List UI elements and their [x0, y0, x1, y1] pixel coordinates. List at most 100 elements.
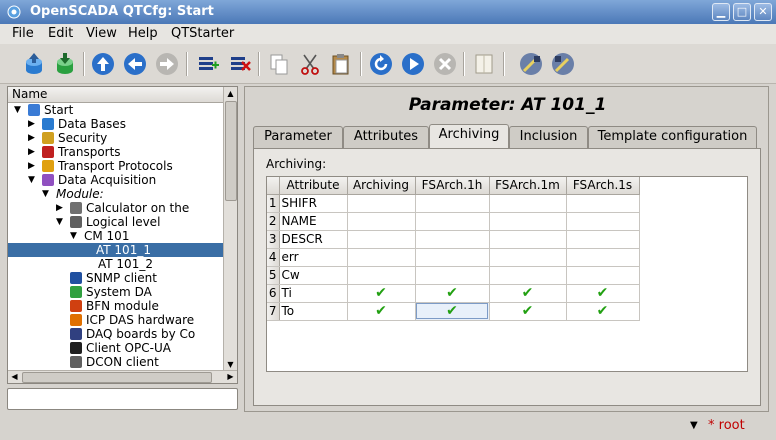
- row-number[interactable]: 1: [267, 194, 280, 213]
- checkmark-icon[interactable]: ✔: [347, 284, 416, 303]
- tree-item[interactable]: DAQ boards by Co: [8, 327, 224, 341]
- db-load-icon[interactable]: [22, 52, 46, 76]
- attribute-cell[interactable]: NAME: [279, 212, 348, 231]
- archive-cell[interactable]: [489, 230, 567, 249]
- chevron-right-icon[interactable]: ▶: [28, 159, 35, 173]
- menu-view[interactable]: View: [86, 26, 117, 41]
- tree-item[interactable]: ▶ Calculator on the: [8, 201, 224, 215]
- tree-body[interactable]: ▼ Start ▶ Data Bases ▶ Security ▶ Transports ▶ Tr…: [8, 103, 224, 371]
- tab-attributes[interactable]: Attributes: [343, 126, 429, 148]
- manual-icon[interactable]: [472, 52, 496, 76]
- row-number[interactable]: 7: [267, 302, 280, 321]
- archive-cell[interactable]: [489, 212, 567, 231]
- table-row[interactable]: 2 NAME: [267, 212, 640, 231]
- tab-parameter[interactable]: Parameter: [253, 126, 343, 148]
- archive-cell[interactable]: [347, 212, 416, 231]
- table-row[interactable]: 6 Ti ✔ ✔ ✔ ✔: [267, 284, 640, 303]
- tree-item[interactable]: AT 101_1: [8, 243, 224, 257]
- tab-archiving[interactable]: Archiving: [429, 124, 509, 149]
- menu-file[interactable]: File: [12, 26, 34, 41]
- column-header-attribute[interactable]: Attribute: [279, 177, 348, 195]
- table-row[interactable]: 1 SHIFR: [267, 194, 640, 213]
- tree-filter-input[interactable]: [7, 388, 238, 410]
- attribute-cell[interactable]: Ti: [279, 284, 348, 303]
- scroll-right-icon[interactable]: ▶: [224, 371, 237, 383]
- menu-edit[interactable]: Edit: [48, 26, 73, 41]
- tab-inclusion[interactable]: Inclusion: [509, 126, 588, 148]
- tree-item[interactable]: ▼ Module:: [8, 187, 224, 201]
- chevron-down-icon[interactable]: ▼: [56, 215, 63, 229]
- row-number[interactable]: 5: [267, 266, 280, 285]
- forward-icon[interactable]: [155, 52, 179, 76]
- archive-cell[interactable]: [566, 212, 640, 231]
- tree-item[interactable]: ▶ Transport Protocols: [8, 159, 224, 173]
- scroll-left-icon[interactable]: ◀: [8, 371, 21, 383]
- row-number[interactable]: 4: [267, 248, 280, 267]
- tree-vertical-scrollbar[interactable]: ▲ ▼: [223, 87, 237, 371]
- tree-item[interactable]: ▶ Data Bases: [8, 117, 224, 131]
- menu-help[interactable]: Help: [128, 26, 158, 41]
- tool1-icon[interactable]: [519, 52, 543, 76]
- column-header-archiving[interactable]: Archiving: [347, 177, 416, 195]
- tree-header-name[interactable]: Name: [8, 87, 224, 103]
- archive-cell[interactable]: [489, 266, 567, 285]
- tree-item[interactable]: AT 101_2: [8, 257, 224, 271]
- chevron-down-icon[interactable]: ▼: [690, 420, 698, 431]
- archive-cell[interactable]: [489, 248, 567, 267]
- attribute-cell[interactable]: SHIFR: [279, 194, 348, 213]
- cut-icon[interactable]: [298, 52, 322, 76]
- tree-hscroll-thumb[interactable]: [22, 372, 212, 383]
- column-header-fsarch-1h[interactable]: FSArch.1h: [415, 177, 490, 195]
- db-save-icon[interactable]: [53, 52, 77, 76]
- archive-cell[interactable]: [415, 248, 490, 267]
- tree-item[interactable]: ▼ CM 101: [8, 229, 224, 243]
- archive-cell[interactable]: [347, 248, 416, 267]
- attribute-cell[interactable]: To: [279, 302, 348, 321]
- archive-cell[interactable]: [347, 230, 416, 249]
- checkmark-icon[interactable]: ✔: [415, 302, 490, 321]
- attribute-cell[interactable]: err: [279, 248, 348, 267]
- minimize-button[interactable]: ▁: [712, 3, 730, 21]
- navigation-tree[interactable]: Name ▼ Start ▶ Data Bases ▶ Security ▶ Transpor…: [7, 86, 238, 384]
- tree-item[interactable]: ▼ Start: [8, 103, 224, 117]
- tree-item[interactable]: ▼ Logical level: [8, 215, 224, 229]
- archive-cell[interactable]: [566, 194, 640, 213]
- tree-item[interactable]: BFN module: [8, 299, 224, 313]
- checkmark-icon[interactable]: ✔: [415, 284, 490, 303]
- column-header-fsarch-1s[interactable]: FSArch.1s: [566, 177, 640, 195]
- start-icon[interactable]: [401, 52, 425, 76]
- chevron-down-icon[interactable]: ▼: [42, 187, 49, 201]
- delete-item-icon[interactable]: [228, 52, 252, 76]
- row-number[interactable]: 3: [267, 230, 280, 249]
- tree-item[interactable]: System DA: [8, 285, 224, 299]
- archive-cell[interactable]: [415, 266, 490, 285]
- chevron-down-icon[interactable]: ▼: [70, 229, 77, 243]
- table-row[interactable]: 5 Cw: [267, 266, 640, 285]
- maximize-button[interactable]: □: [733, 3, 751, 21]
- menu-qtstarter[interactable]: QTStarter: [171, 26, 234, 41]
- chevron-right-icon[interactable]: ▶: [28, 117, 35, 131]
- tree-item[interactable]: DCON client: [8, 355, 224, 369]
- row-number[interactable]: 6: [267, 284, 280, 303]
- attribute-cell[interactable]: DESCR: [279, 230, 348, 249]
- chevron-down-icon[interactable]: ▼: [28, 173, 35, 187]
- tab-template-configuration[interactable]: Template configuration: [588, 126, 757, 148]
- table-corner[interactable]: [267, 177, 280, 195]
- archive-cell[interactable]: [415, 212, 490, 231]
- archive-cell[interactable]: [347, 194, 416, 213]
- table-row[interactable]: 3 DESCR: [267, 230, 640, 249]
- tree-item[interactable]: ICP DAS hardware: [8, 313, 224, 327]
- refresh-icon[interactable]: [369, 52, 393, 76]
- tree-item[interactable]: ▶ Security: [8, 131, 224, 145]
- column-header-fsarch-1m[interactable]: FSArch.1m: [489, 177, 567, 195]
- attribute-cell[interactable]: Cw: [279, 266, 348, 285]
- chevron-right-icon[interactable]: ▶: [56, 201, 63, 215]
- checkmark-icon[interactable]: ✔: [566, 302, 640, 321]
- table-row[interactable]: 7 To ✔ ✔ ✔ ✔: [267, 302, 640, 321]
- tree-item[interactable]: ▶ Transports: [8, 145, 224, 159]
- row-number[interactable]: 2: [267, 212, 280, 231]
- close-button[interactable]: ✕: [754, 3, 772, 21]
- checkmark-icon[interactable]: ✔: [566, 284, 640, 303]
- scroll-up-icon[interactable]: ▲: [224, 87, 237, 100]
- tree-item[interactable]: Client OPC-UA: [8, 341, 224, 355]
